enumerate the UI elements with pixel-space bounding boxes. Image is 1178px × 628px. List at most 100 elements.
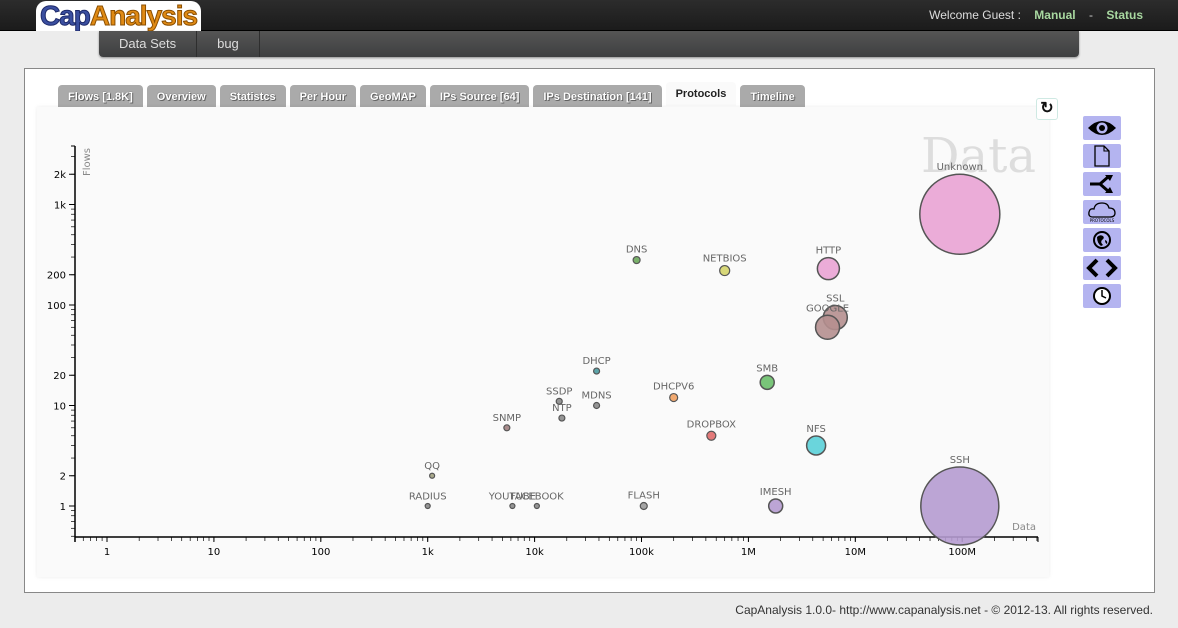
bubble-facebook: FACEBOOK: [510, 492, 564, 510]
refresh-icon: ↻: [1040, 100, 1054, 117]
x-tick-label: 100: [311, 547, 330, 558]
protocols-bubble-chart: Data 1 10 100 1k 10k 100k 1M 10M 100M 1 2 10 20 100 200…: [47, 128, 1039, 558]
x-tick-label: 100M: [948, 547, 976, 558]
bubble-point: [503, 424, 511, 432]
status-link[interactable]: Status: [1106, 8, 1143, 22]
tab-timeline[interactable]: Timeline: [740, 85, 805, 107]
bubble-label: DROPBOX: [687, 419, 736, 430]
bubble-point: [592, 401, 601, 410]
eye-icon: [1088, 121, 1116, 135]
bubble-smb: SMB: [756, 363, 778, 391]
x-tick-label: 1M: [741, 547, 756, 558]
cloud-protocols-icon: PROTOCOLS: [1088, 202, 1116, 223]
bubble-point: [429, 472, 436, 479]
merge-arrows-icon: [1090, 175, 1113, 193]
link-separator: -: [1088, 8, 1093, 22]
clock-icon: [1093, 287, 1111, 305]
bubble-point: [767, 498, 784, 514]
x-tick-label: 1k: [422, 547, 434, 558]
bubble-label: NFS: [806, 424, 825, 435]
x-tick-label: 1: [104, 547, 110, 558]
bubble-label: NTP: [552, 403, 572, 414]
y-tick-label: 200: [47, 271, 66, 282]
bubble-label: DHCP: [582, 356, 610, 367]
bubble-label: DNS: [626, 245, 648, 256]
bubble-label: MDNS: [582, 391, 612, 402]
tab-overview[interactable]: Overview: [146, 85, 216, 107]
svg-text:PROTOCOLS: PROTOCOLS: [1090, 218, 1115, 223]
bubble-ssdp: SSDP: [546, 386, 572, 405]
bubble-label: IMESH: [760, 487, 792, 498]
bubble-label: SNMP: [493, 413, 521, 424]
main-panel: Flows [1.8K] Overview Statistcs Per Hour…: [24, 68, 1155, 593]
chart-watermark: Data: [921, 128, 1036, 184]
code-brackets-icon: [1086, 258, 1118, 278]
bubble-imesh: IMESH: [760, 487, 792, 514]
tab-geomap[interactable]: GeoMAP: [360, 85, 426, 107]
bubble-netbios: NETBIOS: [703, 254, 747, 277]
bubble-point: [592, 367, 601, 375]
code-button[interactable]: [1083, 256, 1121, 280]
bubble-point: [706, 430, 717, 441]
bubble-point: [558, 414, 566, 422]
top-bar: CapAnalysis Welcome Guest : Manual - Sta…: [0, 0, 1178, 31]
nav-bar: Data Sets bug: [99, 31, 1079, 57]
bubble-mdns: MDNS: [582, 391, 612, 410]
view-button[interactable]: [1083, 116, 1121, 140]
bubble-ssh: SSH: [920, 455, 1000, 546]
tab-flows[interactable]: Flows [1.8K]: [58, 85, 143, 107]
bubble-label: FACEBOOK: [510, 492, 564, 503]
bubble-dhcp: DHCP: [582, 356, 611, 375]
manual-link[interactable]: Manual: [1034, 8, 1075, 22]
bubble-dhcpv6: DHCPV6: [653, 382, 694, 403]
tab-protocols[interactable]: Protocols: [665, 82, 737, 106]
x-axis-title: Data: [1012, 522, 1036, 533]
bubble-radius: RADIUS: [409, 492, 447, 510]
tab-statistics[interactable]: Statistcs: [219, 85, 286, 107]
bubble-point: [920, 466, 1000, 546]
logo-part-analysis: Analysis: [89, 1, 198, 31]
bubble-flash: FLASH: [628, 491, 660, 511]
bubble-point: [533, 502, 540, 510]
bubble-point: [509, 502, 516, 510]
document-button[interactable]: [1083, 144, 1121, 168]
protocols-button[interactable]: PROTOCOLS: [1083, 200, 1121, 224]
nav-item-bug[interactable]: bug: [197, 31, 260, 57]
x-tick-label: 100k: [629, 547, 654, 558]
bubble-label: Unknown: [937, 162, 983, 173]
bubble-label: GOOGLE: [806, 303, 849, 314]
bubble-point: [814, 314, 841, 341]
bubble-point: [424, 502, 431, 510]
bubble-point: [669, 392, 679, 403]
bubble-snmp: SNMP: [493, 413, 521, 432]
chart-area: Data 1 10 100 1k 10k 100k 1M 10M 100M 1 2 10 20 100 200…: [37, 107, 1049, 577]
bubble-http: HTTP: [816, 246, 842, 281]
x-tick-label: 10M: [845, 547, 866, 558]
bubble-label: HTTP: [816, 246, 842, 257]
bubble-nfs: NFS: [805, 424, 827, 456]
tab-bar: Flows [1.8K] Overview Statistcs Per Hour…: [58, 82, 809, 107]
welcome-area: Welcome Guest : Manual - Status: [929, 8, 1143, 22]
merge-button[interactable]: [1083, 172, 1121, 196]
bubble-point: [639, 501, 648, 511]
tab-ips-destination[interactable]: IPs Destination [141]: [533, 85, 662, 107]
bubble-point: [919, 173, 1001, 255]
x-tick-label: 10k: [525, 547, 544, 558]
nav-item-data-sets[interactable]: Data Sets: [99, 31, 198, 57]
bubble-point: [759, 374, 775, 391]
timeline-button[interactable]: [1083, 284, 1121, 308]
bubble-label: RADIUS: [409, 492, 447, 503]
geo-button[interactable]: [1083, 228, 1121, 252]
bubble-point: [632, 255, 641, 265]
x-tick-label: 10: [208, 547, 221, 558]
y-tick-label: 2k: [54, 170, 66, 181]
app-logo[interactable]: CapAnalysis: [36, 1, 202, 31]
bubble-dns: DNS: [626, 245, 648, 265]
y-tick-label: 10: [53, 402, 66, 413]
bubble-point: [719, 264, 731, 277]
y-tick-label: 1k: [54, 201, 66, 212]
refresh-button[interactable]: ↻: [1036, 98, 1058, 120]
welcome-text: Welcome Guest :: [929, 8, 1021, 22]
tab-per-hour[interactable]: Per Hour: [289, 85, 357, 107]
tab-ips-source[interactable]: IPs Source [64]: [429, 85, 530, 107]
